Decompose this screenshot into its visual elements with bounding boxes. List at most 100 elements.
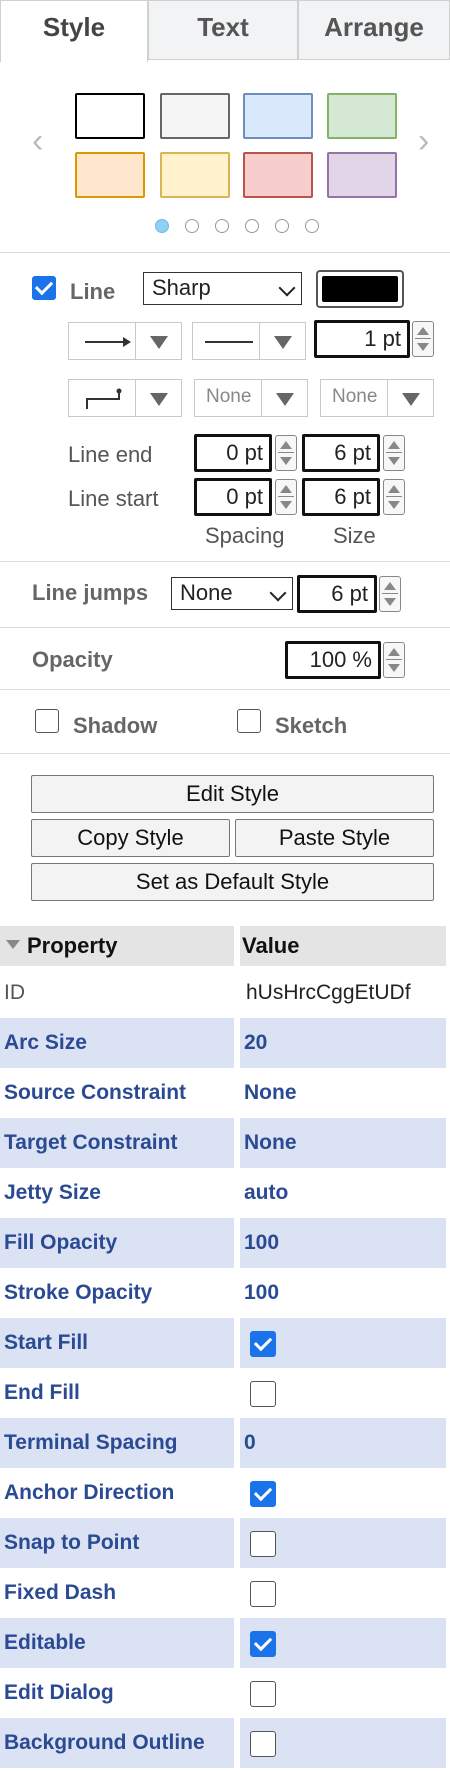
property-value[interactable]: [240, 1318, 446, 1368]
property-value[interactable]: None: [240, 1068, 446, 1118]
line-end-size-spinner[interactable]: [383, 435, 405, 471]
waypoint-style-combo[interactable]: [68, 379, 182, 417]
property-value[interactable]: auto: [240, 1168, 446, 1218]
opacity-input[interactable]: 100 %: [285, 641, 381, 679]
end-marker-combo[interactable]: None: [320, 379, 434, 417]
line-width-spinner[interactable]: [412, 321, 434, 357]
chevron-down-icon: [278, 279, 296, 297]
shadow-checkbox[interactable]: [35, 709, 59, 733]
divider: [0, 252, 450, 253]
line-color-button[interactable]: [316, 270, 404, 308]
page-dot[interactable]: [155, 219, 169, 233]
paste-style-button[interactable]: Paste Style: [235, 819, 434, 857]
property-value[interactable]: [240, 1618, 446, 1668]
property-key: End Fill: [4, 1381, 80, 1404]
line-end-size-input[interactable]: 6 pt: [302, 434, 380, 472]
property-checkbox[interactable]: [250, 1331, 276, 1357]
property-checkbox[interactable]: [250, 1481, 276, 1507]
property-key: Edit Dialog: [4, 1681, 114, 1704]
property-checkbox[interactable]: [250, 1531, 276, 1557]
page-dot[interactable]: [305, 219, 319, 233]
copy-style-button[interactable]: Copy Style: [31, 819, 230, 857]
style-swatch[interactable]: [243, 152, 313, 198]
chevron-left-icon[interactable]: ‹: [32, 124, 43, 158]
line-end-spacing-spinner[interactable]: [275, 435, 297, 471]
property-value[interactable]: [240, 1718, 446, 1768]
property-value[interactable]: 100: [240, 1268, 446, 1318]
chevron-down-icon: [269, 584, 287, 602]
property-checkbox[interactable]: [250, 1731, 276, 1757]
property-value[interactable]: hUsHrcCggEtUDf: [240, 968, 446, 1018]
line-checkbox[interactable]: [32, 276, 56, 300]
property-key: Snap to Point: [0, 1518, 234, 1568]
set-default-style-button[interactable]: Set as Default Style: [31, 863, 434, 901]
property-value[interactable]: [240, 1668, 446, 1718]
line-color-swatch: [322, 276, 398, 302]
separator: [387, 380, 388, 416]
property-checkbox[interactable]: [250, 1581, 276, 1607]
line-end-spacing-input[interactable]: 0 pt: [194, 434, 272, 472]
page-dot[interactable]: [215, 219, 229, 233]
property-checkbox[interactable]: [250, 1381, 276, 1407]
property-value[interactable]: [240, 1568, 446, 1618]
property-value[interactable]: 0: [240, 1418, 446, 1468]
line-start-size-input[interactable]: 6 pt: [302, 478, 380, 516]
opacity-spinner[interactable]: [383, 642, 405, 678]
property-key: Target Constraint: [0, 1118, 234, 1168]
property-column-header[interactable]: Property: [0, 926, 234, 966]
arrow-right-icon: [85, 337, 131, 347]
chevron-right-icon[interactable]: ›: [418, 124, 429, 158]
style-swatch[interactable]: [75, 93, 145, 139]
start-marker-combo[interactable]: None: [194, 379, 308, 417]
line-jumps-size-spinner[interactable]: [379, 576, 401, 612]
property-row: Background Outline: [0, 1718, 446, 1768]
line-start-size-spinner[interactable]: [383, 479, 405, 515]
tab-style[interactable]: Style: [0, 0, 148, 62]
collapse-triangle-icon[interactable]: [6, 940, 20, 950]
property-value[interactable]: None: [240, 1118, 446, 1168]
line-start-spacing-input[interactable]: 0 pt: [194, 478, 272, 516]
page-dot[interactable]: [275, 219, 289, 233]
separator: [261, 380, 262, 416]
property-value[interactable]: 100: [240, 1218, 446, 1268]
style-swatch[interactable]: [160, 93, 230, 139]
property-row: Editable: [0, 1618, 446, 1668]
property-row: Fill Opacity 100: [0, 1218, 446, 1268]
property-row: Source Constraint None: [0, 1068, 446, 1118]
property-checkbox[interactable]: [250, 1631, 276, 1657]
line-start-spacing-spinner[interactable]: [275, 479, 297, 515]
property-row: End Fill: [0, 1368, 446, 1418]
property-row: Jetty Size auto: [0, 1168, 446, 1218]
property-value[interactable]: 20: [240, 1018, 446, 1068]
style-swatch[interactable]: [160, 152, 230, 198]
separator: [135, 323, 136, 359]
line-width-input[interactable]: 1 pt: [314, 320, 410, 358]
property-value[interactable]: [240, 1368, 446, 1418]
property-key: Start Fill: [0, 1318, 234, 1368]
line-style-select[interactable]: Sharp: [143, 272, 302, 305]
property-value[interactable]: [240, 1518, 446, 1568]
property-header-label: Property: [27, 933, 118, 958]
start-marker-value: None: [206, 386, 252, 407]
edit-style-button[interactable]: Edit Style: [31, 775, 434, 813]
property-key: Terminal Spacing: [0, 1418, 234, 1468]
style-swatch[interactable]: [327, 152, 397, 198]
style-swatch[interactable]: [243, 93, 313, 139]
property-key: ID: [4, 981, 25, 1004]
tab-text[interactable]: Text: [148, 0, 298, 60]
property-value[interactable]: [240, 1468, 446, 1518]
line-jumps-label: Line jumps: [32, 580, 149, 605]
connector-arrow-combo[interactable]: [68, 322, 182, 360]
divider: [0, 561, 450, 562]
sketch-checkbox[interactable]: [237, 709, 261, 733]
page-dot[interactable]: [185, 219, 199, 233]
line-jumps-size-input[interactable]: 6 pt: [297, 575, 377, 613]
property-checkbox[interactable]: [250, 1681, 276, 1707]
line-jumps-select[interactable]: None: [171, 577, 293, 610]
dash-pattern-combo[interactable]: [192, 322, 306, 360]
style-swatch[interactable]: [75, 152, 145, 198]
tab-arrange[interactable]: Arrange: [298, 0, 450, 60]
style-swatch[interactable]: [327, 93, 397, 139]
page-dot[interactable]: [245, 219, 259, 233]
format-tabs: Style Text Arrange: [0, 0, 450, 62]
